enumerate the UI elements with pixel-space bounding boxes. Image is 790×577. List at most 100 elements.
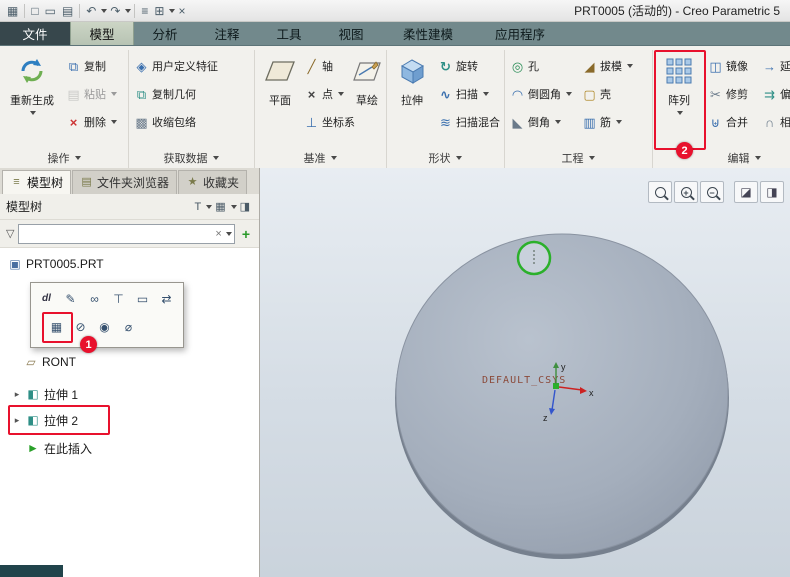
sweep-button[interactable]: ∿ 扫描 [438, 82, 489, 106]
tree-node-root[interactable]: ▣ PRT0005.PRT [8, 254, 103, 274]
draft-button[interactable]: ◢ 拔模 [582, 54, 633, 78]
shrinkwrap-button[interactable]: ▩ 收缩包络 [134, 110, 196, 134]
zoom-out-button[interactable]: − [700, 181, 724, 203]
tree-settings-icon[interactable]: ▦ [212, 199, 228, 214]
sketch-button[interactable]: 草绘 [350, 50, 384, 148]
new-file-icon[interactable]: □ [28, 1, 41, 21]
reorder-icon[interactable]: ⇄ [155, 287, 178, 310]
undo-icon[interactable]: ↶ [83, 1, 99, 21]
pattern-dropdown-caret[interactable] [677, 111, 683, 115]
regenerate-quick-icon[interactable]: ≡ [138, 1, 151, 21]
swept-blend-button[interactable]: ≋ 扫描混合 [438, 110, 500, 134]
expand-caret-icon[interactable]: ▸ [12, 389, 22, 400]
tab-view[interactable]: 视图 [320, 22, 382, 45]
mini-pattern-icon[interactable]: ▦ [45, 315, 68, 338]
pattern-button[interactable]: 阵列 [657, 50, 701, 148]
redo-icon[interactable]: ↷ [107, 1, 123, 21]
plane-button[interactable]: 平面 [258, 50, 302, 148]
group-label-get-data[interactable]: 获取数据 [128, 149, 254, 166]
saved-orientations-button[interactable]: ◨ [760, 181, 784, 203]
rib-button[interactable]: ▥ 筋 [582, 110, 622, 134]
tab-model[interactable]: 模型 [70, 22, 134, 45]
close-window-icon[interactable]: × [175, 1, 188, 21]
paste-button[interactable]: ▤ 粘贴 [66, 82, 117, 106]
point-button[interactable]: × 点 [304, 82, 344, 106]
save-icon[interactable]: ▤ [59, 1, 76, 21]
csys-button[interactable]: ⊥ 坐标系 [304, 110, 355, 134]
chamfer-dropdown-caret[interactable] [555, 120, 561, 124]
sweep-dropdown-caret[interactable] [483, 92, 489, 96]
group-label-shapes[interactable]: 形状 [386, 149, 504, 166]
redo-dropdown-caret[interactable] [125, 8, 132, 13]
edit-dimensions-icon[interactable]: dl [35, 287, 58, 310]
tab-applications[interactable]: 应用程序 [474, 22, 566, 45]
clear-search-icon[interactable]: × [213, 228, 223, 240]
shell-button[interactable]: ▢ 壳 [582, 82, 611, 106]
point-dropdown-caret[interactable] [338, 92, 344, 96]
tree-filter-icon[interactable]: T [191, 200, 204, 214]
tree-expand-icon[interactable]: ◨ [237, 199, 253, 214]
expand-caret-icon[interactable]: ▸ [12, 415, 22, 426]
windows-icon[interactable]: ⊞ [151, 1, 167, 21]
udf-button[interactable]: ◈ 用户定义特征 [134, 54, 219, 78]
tab-folder-browser[interactable]: ▤ 文件夹浏览器 [72, 170, 178, 194]
trim-button[interactable]: ✂ 修剪 [708, 82, 748, 106]
search-dropdown-caret[interactable] [225, 231, 232, 236]
rib-dropdown-caret[interactable] [616, 120, 622, 124]
extrude-button[interactable]: 拉伸 [390, 50, 434, 148]
group-label-operations[interactable]: 操作 [0, 149, 128, 166]
tab-tools[interactable]: 工具 [258, 22, 320, 45]
group-label-editing[interactable]: 编辑 [700, 149, 788, 166]
tab-model-tree[interactable]: ≡ 模型树 [2, 170, 72, 194]
pin-icon[interactable]: ⊤ [107, 287, 130, 310]
graphics-area[interactable]: DEFAULT_CSYS y x z + − ◪ ◨ [260, 168, 790, 577]
intersect-button[interactable]: ∩ 相 [762, 110, 790, 134]
navigator-tabs: ≡ 模型树 ▤ 文件夹浏览器 ★ 收藏夹 [0, 168, 259, 194]
merge-button[interactable]: ⊎ 合并 [708, 110, 748, 134]
zoom-in-button[interactable]: + [674, 181, 698, 203]
tree-node-extrude-1[interactable]: ▸ ◧ 拉伸 1 [12, 384, 78, 404]
extrude-label: 拉伸 [401, 95, 423, 107]
regenerate-dropdown-caret[interactable] [30, 111, 36, 115]
hide-icon[interactable]: ⌀ [117, 315, 140, 338]
disk-model[interactable] [395, 233, 729, 555]
copy-geometry-button[interactable]: ⧉ 复制几何 [134, 82, 196, 106]
zoom-region-button[interactable] [648, 181, 672, 203]
axis-button[interactable]: ╱ 轴 [304, 54, 333, 78]
add-filter-icon[interactable]: + [239, 226, 253, 242]
round-dropdown-caret[interactable] [566, 92, 572, 96]
tree-node-extrude-2[interactable]: ▸ ◧ 拉伸 2 [12, 410, 78, 430]
delete-dropdown-caret[interactable] [111, 120, 117, 124]
tab-annotate[interactable]: 注释 [196, 22, 258, 45]
link-icon[interactable]: ∞ [83, 287, 106, 310]
appearance-icon[interactable]: ✎ [59, 287, 82, 310]
delete-button[interactable]: × 删除 [66, 110, 117, 134]
tab-file[interactable]: 文件 [0, 22, 70, 45]
note-icon[interactable]: ▭ [131, 287, 154, 310]
regenerate-button[interactable]: 重新生成 [2, 50, 62, 148]
tab-flexible-modeling[interactable]: 柔性建模 [382, 22, 474, 45]
tree-search-input[interactable] [21, 225, 214, 242]
round-button[interactable]: ◠ 倒圆角 [510, 82, 572, 106]
tree-node-front[interactable]: ▱ RONT [24, 352, 76, 372]
mirror-button[interactable]: ◫ 镜像 [708, 54, 748, 78]
chamfer-button[interactable]: ◣ 倒角 [510, 110, 561, 134]
draft-dropdown-caret[interactable] [627, 64, 633, 68]
copy-button[interactable]: ⧉ 复制 [66, 54, 106, 78]
offset-button[interactable]: ⇉ 偏 [762, 82, 790, 106]
open-file-icon[interactable]: ▭ [42, 1, 59, 21]
suppress-icon[interactable]: ⊘ [69, 315, 92, 338]
extend-button[interactable]: → 延 [762, 54, 790, 78]
display-style-button[interactable]: ◪ [734, 181, 758, 203]
group-label-engineering[interactable]: 工程 [504, 149, 652, 166]
window-menu-icon[interactable]: ▦ [4, 1, 21, 21]
tab-analysis[interactable]: 分析 [134, 22, 196, 45]
filter-funnel-icon[interactable]: ▽ [6, 227, 14, 240]
copy-geometry-label: 复制几何 [152, 89, 196, 101]
group-label-datum[interactable]: 基准 [254, 149, 386, 166]
revolve-button[interactable]: ↻ 旋转 [438, 54, 478, 78]
hole-button[interactable]: ◎ 孔 [510, 54, 539, 78]
tree-node-insert-here[interactable]: ► 在此插入 [26, 438, 92, 458]
tab-favorites[interactable]: ★ 收藏夹 [178, 170, 248, 194]
show-icon[interactable]: ◉ [93, 315, 116, 338]
